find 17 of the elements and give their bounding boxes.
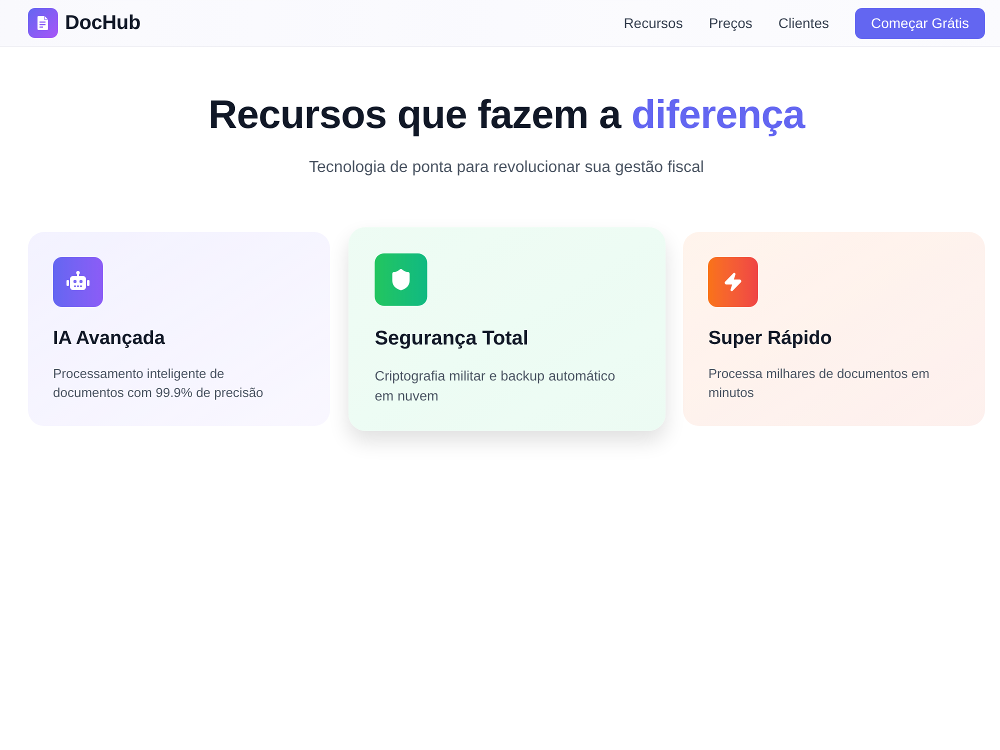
feature-description: Processa milhares de documentos em minutos [708, 365, 930, 402]
brand-name: DocHub [65, 11, 140, 36]
shield-icon [374, 253, 427, 306]
nav-link[interactable]: Preços [708, 12, 752, 34]
robot-icon [53, 257, 103, 307]
section-subtitle: Tecnologia de ponta para revolucionar sua gestão fiscal [308, 158, 705, 178]
start-free-button[interactable]: Começar Grátis [855, 8, 985, 38]
feature-description: Processamento inteligente de documentos com 99.9% de precisão [53, 365, 264, 402]
logo-icon [28, 8, 58, 38]
section-heading: Recursos que fazem a diferença [207, 92, 806, 139]
nav-link[interactable]: Recursos [624, 12, 683, 34]
lightning-icon [708, 257, 758, 307]
feature-title: Super Rápido [708, 327, 833, 351]
feature-title: Segurança Total [374, 326, 530, 352]
feature-title: IA Avançada [53, 327, 166, 351]
feature-description: Criptografia militar e backup automático em nuvem [374, 366, 616, 406]
nav-link[interactable]: Clientes [778, 12, 829, 34]
